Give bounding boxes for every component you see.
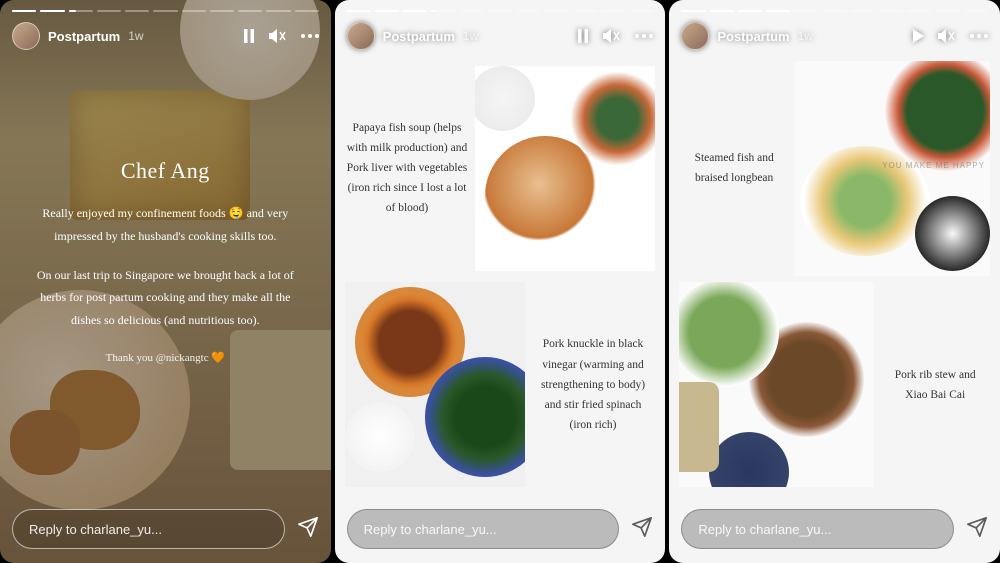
story1-text: Chef Ang Really enjoyed my confinement f… [0, 0, 331, 563]
pause-icon[interactable] [577, 29, 589, 43]
story-header: Postpartum 1w [347, 22, 654, 50]
heading: Chef Ang [121, 158, 210, 184]
dish-photo-1: YOU MAKE ME HAPPY [795, 61, 990, 276]
time-ago: 1w [798, 29, 813, 43]
mute-icon[interactable] [603, 29, 621, 43]
send-icon[interactable] [297, 516, 319, 543]
highlight-title[interactable]: Postpartum [48, 29, 120, 44]
reply-input[interactable]: Reply to charlane_yu... [681, 509, 954, 549]
highlight-title[interactable]: Postpartum [717, 29, 789, 44]
dish-row-1: Steamed fish and braised longbean YOU MA… [679, 60, 990, 277]
dish-photo-1 [475, 66, 655, 271]
send-icon[interactable] [966, 516, 988, 543]
reply-row: Reply to charlane_yu... [12, 509, 319, 549]
reply-placeholder: Reply to charlane_yu... [29, 522, 162, 537]
dish-row-2: Pork rib stew and Xiao Bai Cai [679, 277, 990, 494]
paragraph-1: Really enjoyed my confinement foods 🤤 an… [35, 202, 295, 248]
story-panel-2: Postpartum 1w Papaya fish soup (helps wi… [335, 0, 666, 563]
dish-row-1: Papaya fish soup (helps with milk produc… [345, 60, 656, 277]
thankyou-line: Thank you @nickangtc 🧡 [106, 348, 225, 369]
story-controls [577, 29, 653, 43]
reply-input[interactable]: Reply to charlane_yu... [347, 509, 620, 549]
reply-placeholder: Reply to charlane_yu... [698, 522, 831, 537]
story2-content: Papaya fish soup (helps with milk produc… [345, 60, 656, 493]
dish-caption-1: Steamed fish and braised longbean [679, 148, 789, 188]
more-icon[interactable] [970, 34, 988, 38]
time-ago: 1w [463, 29, 478, 43]
dish-photo-2 [345, 282, 525, 487]
story-panel-3: Postpartum 1w Steamed fish and braised l… [669, 0, 1000, 563]
story-header: Postpartum 1w [12, 22, 319, 50]
send-icon[interactable] [631, 516, 653, 543]
story-panel-1: Postpartum 1w Chef Ang Really enjoyed my… [0, 0, 331, 563]
mute-icon[interactable] [269, 29, 287, 43]
avatar[interactable] [681, 22, 709, 50]
reply-placeholder: Reply to charlane_yu... [364, 522, 497, 537]
story-controls [243, 29, 319, 43]
progress-fill [69, 10, 77, 12]
progress-bar [12, 10, 319, 12]
progress-bar [347, 10, 654, 12]
play-icon[interactable] [912, 29, 924, 43]
dish-caption-1: Papaya fish soup (helps with milk produc… [345, 118, 470, 219]
story3-content: Steamed fish and braised longbean YOU MA… [679, 60, 990, 493]
more-icon[interactable] [301, 34, 319, 38]
time-ago: 1w [128, 29, 143, 43]
dish-caption-2: Pork rib stew and Xiao Bai Cai [880, 365, 990, 405]
progress-bar [681, 10, 988, 12]
dish-caption-2: Pork knuckle in black vinegar (warming a… [531, 334, 656, 435]
paragraph-2: On our last trip to Singapore we brought… [35, 264, 295, 332]
avatar[interactable] [347, 22, 375, 50]
dish-row-2: Pork knuckle in black vinegar (warming a… [345, 277, 656, 494]
mute-icon[interactable] [938, 29, 956, 43]
reply-row: Reply to charlane_yu... [681, 509, 988, 549]
highlight-title[interactable]: Postpartum [383, 29, 455, 44]
story-header: Postpartum 1w [681, 22, 988, 50]
reply-row: Reply to charlane_yu... [347, 509, 654, 549]
dish-photo-2 [679, 282, 874, 487]
watermark-text: YOU MAKE ME HAPPY [882, 161, 985, 170]
avatar[interactable] [12, 22, 40, 50]
pause-icon[interactable] [243, 29, 255, 43]
story-controls [912, 29, 988, 43]
reply-input[interactable]: Reply to charlane_yu... [12, 509, 285, 549]
more-icon[interactable] [635, 34, 653, 38]
